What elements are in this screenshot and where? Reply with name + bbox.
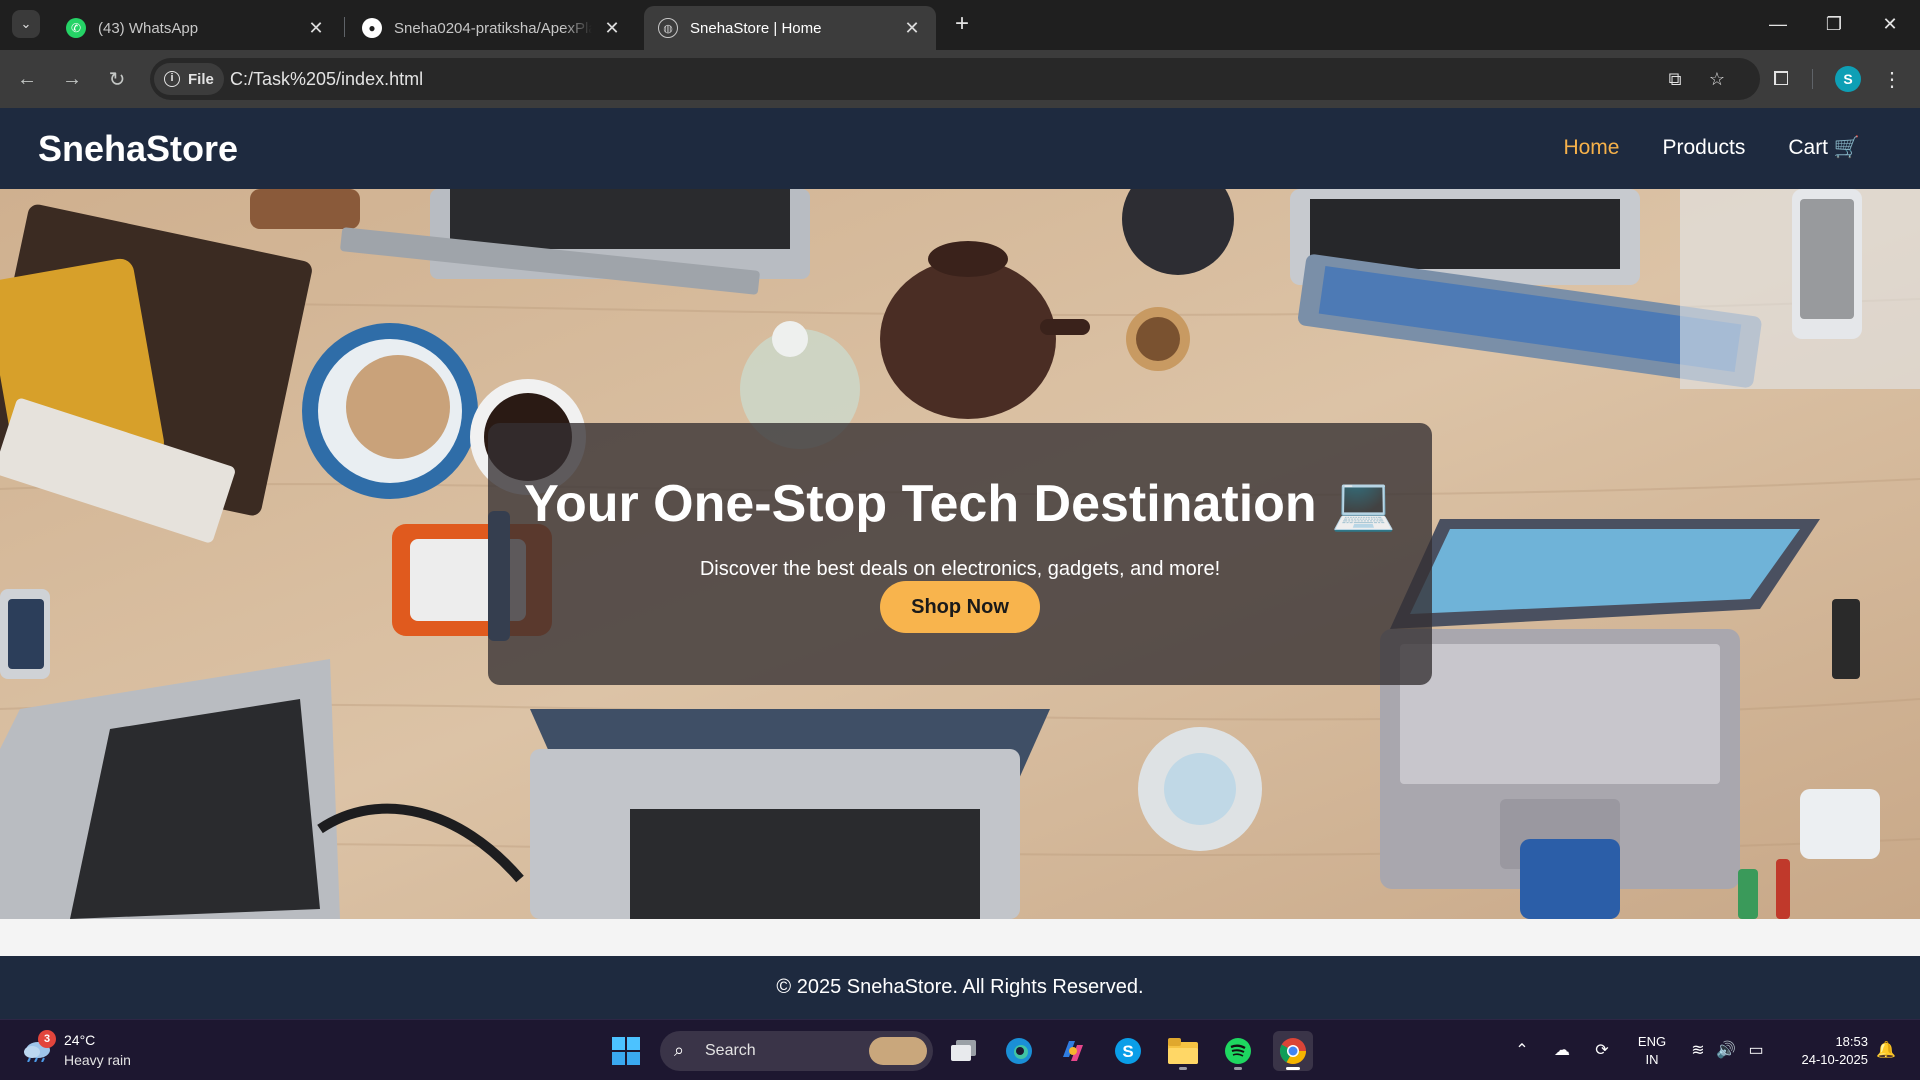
wifi-icon[interactable]: ≋ [1686,1038,1710,1062]
copilot-icon[interactable] [1053,1031,1093,1071]
hero-overlay-card: Your One-Stop Tech Destination 💻 Discove… [488,423,1432,685]
notifications-bell-icon[interactable]: 🔔 [1874,1038,1898,1062]
tab-title: Sneha0204-pratiksha/ApexPlanet [394,19,592,37]
running-indicator [1179,1067,1187,1070]
browser-toolbar: ← → ↻ i File C:/Task%205/index.html ⧉ ☆ … [0,50,1920,108]
system-clock[interactable]: 18:53 24-10-2025 [1786,1033,1869,1069]
region-code: IN [1645,1052,1659,1067]
close-window-icon[interactable]: ✕ [1862,6,1918,42]
tab-divider [344,17,345,37]
github-icon: ● [362,18,382,38]
clock-date: 24-10-2025 [1801,1052,1869,1067]
edge-icon[interactable] [999,1031,1039,1071]
forward-icon[interactable]: → [57,64,87,94]
weather-widget[interactable]: 3 24°C Heavy rain [20,1030,180,1072]
skype-icon[interactable]: S [1108,1031,1148,1071]
tab-search-chevron-icon[interactable]: ⌄ [12,10,40,38]
weather-temperature: 24°C [64,1032,96,1048]
running-indicator [1234,1067,1242,1070]
nav-links: Home Products Cart 🛒 [1563,136,1860,160]
nav-products-link[interactable]: Products [1662,136,1745,160]
new-tab-button[interactable]: + [948,10,976,38]
hero-subtitle: Discover the best deals on electronics, … [699,558,1221,580]
svg-text:S: S [1122,1042,1133,1061]
tab-title: SnehaStore | Home [690,19,822,37]
running-indicator [1286,1067,1300,1070]
close-tab-icon[interactable]: ✕ [902,18,922,39]
chip-label: File [188,70,214,88]
file-explorer-icon[interactable] [1163,1031,1203,1071]
close-tab-icon[interactable]: ✕ [602,18,622,39]
hero-title: Your One-Stop Tech Destination 💻 [524,475,1396,533]
windows-start-icon[interactable] [611,1036,641,1066]
site-navbar: SnehaStore Home Products Cart 🛒 [0,108,1920,189]
url-text[interactable]: C:/Task%205/index.html [230,69,423,90]
search-highlight-image [869,1037,927,1065]
taskbar-search-box[interactable]: ⌕ Search [660,1031,933,1071]
extensions-icon[interactable]: ⧠ [1766,64,1796,94]
hero-section: Your One-Stop Tech Destination 💻 Discove… [0,189,1920,919]
spotify-icon[interactable] [1218,1031,1258,1071]
chrome-icon[interactable] [1273,1031,1313,1071]
info-icon: i [164,71,180,87]
language-indicator[interactable]: ENG IN [1636,1033,1668,1069]
close-tab-icon[interactable]: ✕ [306,18,326,39]
sync-icon[interactable]: ⟳ [1590,1038,1614,1062]
site-info-chip[interactable]: i File [154,63,224,95]
weather-alert-badge: 3 [38,1030,56,1048]
webpage: SnehaStore Home Products Cart 🛒 Your One… [0,108,1920,1019]
show-hidden-icons-chevron-icon[interactable]: ⌃ [1510,1038,1534,1062]
menu-kebab-icon[interactable]: ⋮ [1877,64,1907,94]
browser-tab-bar: ⌄ ✆ (43) WhatsApp ✕ ● Sneha0204-pratiksh… [0,0,1920,50]
whatsapp-icon: ✆ [66,18,86,38]
translate-icon[interactable]: ⧉ [1663,67,1687,91]
tab-whatsapp[interactable]: ✆ (43) WhatsApp ✕ [52,6,340,50]
volume-icon[interactable]: 🔊 [1714,1038,1738,1062]
restore-icon[interactable]: ❐ [1806,6,1862,42]
site-logo[interactable]: SnehaStore [38,128,238,170]
clock-time: 18:53 [1835,1034,1868,1049]
nav-home-link[interactable]: Home [1563,136,1619,160]
weather-condition: Heavy rain [64,1052,131,1068]
tab-snehastore[interactable]: ◍ SnehaStore | Home ✕ [644,6,936,50]
minimize-icon[interactable]: — [1750,6,1806,42]
toolbar-divider [1812,69,1813,89]
onedrive-icon[interactable]: ☁ [1550,1038,1574,1062]
search-placeholder: Search [705,1042,756,1059]
tab-github[interactable]: ● Sneha0204-pratiksha/ApexPlanet ✕ [348,6,636,50]
back-icon[interactable]: ← [12,64,42,94]
windows-taskbar: 3 24°C Heavy rain ⌕ Search S ⌃ ☁ ⟳ ENG I… [0,1019,1920,1080]
reload-icon[interactable]: ↻ [102,64,132,94]
bookmark-star-icon[interactable]: ☆ [1705,67,1729,91]
shop-now-button[interactable]: Shop Now [880,581,1040,633]
battery-icon[interactable]: ▭ [1744,1038,1768,1062]
address-bar[interactable]: i File C:/Task%205/index.html ⧉ ☆ [150,58,1760,100]
site-footer: © 2025 SnehaStore. All Rights Reserved. [0,956,1920,1019]
globe-icon: ◍ [658,18,678,38]
language-code: ENG [1637,1034,1667,1049]
task-view-icon[interactable] [944,1031,984,1071]
nav-cart-link[interactable]: Cart 🛒 [1788,136,1860,160]
profile-avatar[interactable]: S [1835,66,1861,92]
tab-title: (43) WhatsApp [98,19,199,37]
search-icon: ⌕ [674,1040,685,1060]
